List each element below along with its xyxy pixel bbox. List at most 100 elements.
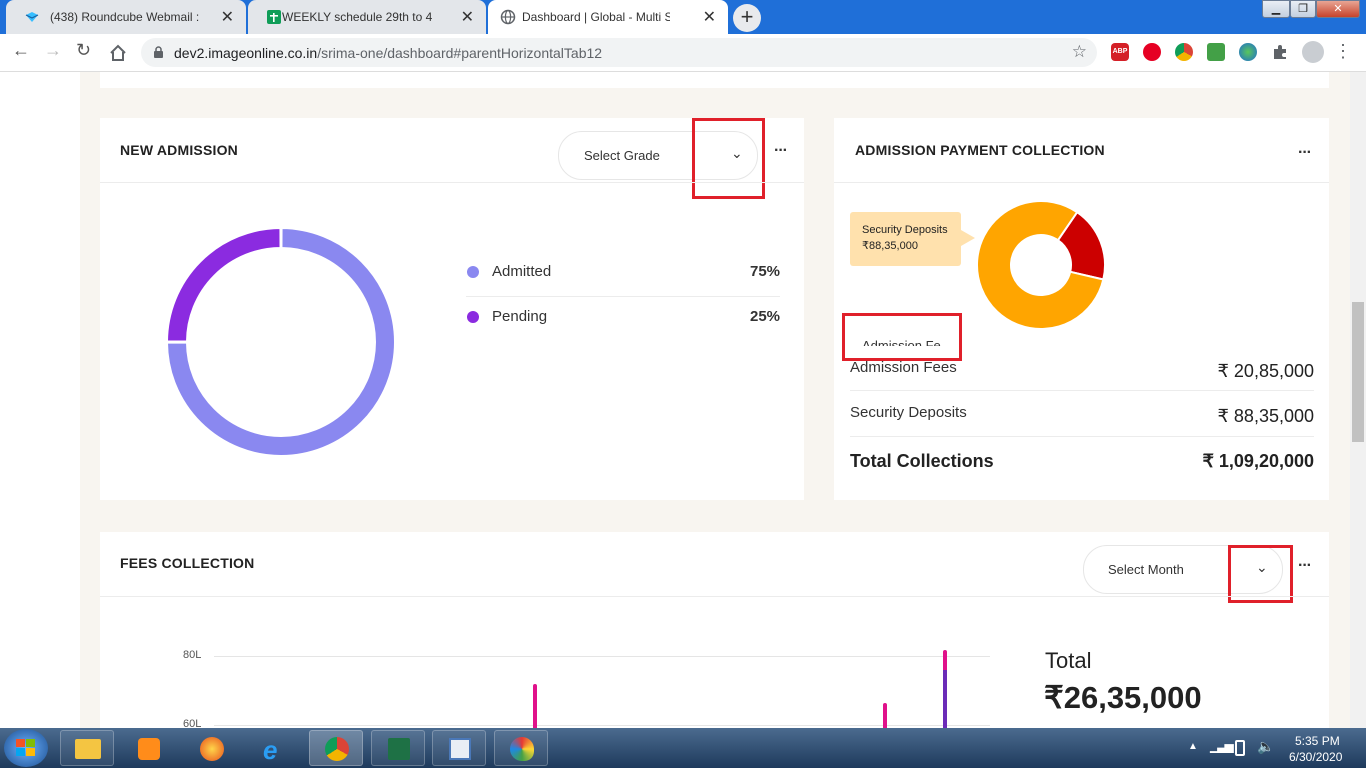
- minimize-window-button[interactable]: ▁: [1262, 0, 1290, 18]
- extensions-puzzle-icon[interactable]: [1271, 43, 1289, 61]
- tooltip-value: ₹88,35,000: [862, 240, 918, 252]
- pinterest-icon[interactable]: [1143, 43, 1161, 61]
- card-title: NEW ADMISSION: [120, 142, 238, 158]
- internet-explorer-icon: e: [263, 735, 278, 765]
- media-player-taskbar-button[interactable]: [121, 730, 175, 766]
- total-collections-label: Total Collections: [850, 451, 994, 471]
- card-title: FEES COLLECTION: [120, 555, 255, 571]
- profile-avatar-icon[interactable]: [1302, 41, 1324, 63]
- label-highlight-box: [842, 313, 962, 361]
- tab-title: (438) Roundcube Webmail :: Inbo: [50, 10, 200, 24]
- url-text: dev2.imageonline.co.in/srima-one/dashboa…: [174, 45, 602, 61]
- grid-line: [214, 725, 990, 726]
- row-value-admission-fees: ₹ 20,85,000: [1217, 361, 1314, 381]
- more-options-icon[interactable]: ···: [1298, 557, 1312, 575]
- browser-tab-strip: (438) Roundcube Webmail :: Inbo ✕ WEEKLY…: [0, 0, 1366, 34]
- close-tab-icon[interactable]: ✕: [221, 7, 234, 27]
- sheets-icon: [267, 10, 281, 24]
- home-icon[interactable]: [108, 43, 128, 63]
- page-scrollbar[interactable]: [1350, 72, 1366, 728]
- show-hidden-icons-icon[interactable]: ▲: [1188, 741, 1198, 752]
- legend-dot-pending: [467, 311, 479, 323]
- paint-palette-icon: [510, 737, 534, 761]
- chart-tooltip: Security Deposits ₹88,35,000: [850, 212, 975, 266]
- select-label: Select Month: [1108, 562, 1184, 577]
- firefox-icon: [200, 737, 224, 761]
- wordpad-taskbar-button[interactable]: [432, 730, 486, 766]
- tooltip-arrow: [961, 230, 975, 246]
- file-explorer-taskbar-button[interactable]: [60, 730, 114, 766]
- adblock-icon[interactable]: ABP: [1111, 43, 1129, 61]
- dropdown-highlight-box: [692, 118, 765, 199]
- browser-menu-icon[interactable]: ⋮: [1334, 41, 1352, 62]
- card-divider: [100, 596, 1329, 597]
- new-admission-card: NEW ADMISSION Select Grade ⌄ ··· Admitte…: [100, 118, 804, 500]
- fees-bar: [883, 703, 887, 728]
- chrome-extension-icon[interactable]: [1175, 43, 1193, 61]
- volume-icon[interactable]: 🔈: [1257, 738, 1274, 755]
- legend-value-pending: 25%: [750, 308, 781, 325]
- new-tab-button[interactable]: +: [733, 4, 761, 32]
- tab-dashboard[interactable]: Dashboard | Global - Multi Schoo ✕: [488, 0, 728, 34]
- legend-label-pending: Pending: [492, 308, 548, 325]
- tab-title: Dashboard | Global - Multi Schoo: [522, 10, 670, 24]
- row-label-security-deposits: Security Deposits: [850, 404, 967, 421]
- total-collections-value: ₹ 1,09,20,000: [1202, 451, 1314, 471]
- fees-collection-card: FEES COLLECTION Select Month ⌄ ··· 80L 6…: [100, 532, 1329, 728]
- windows-taskbar: e ▲ ▁▃▅ 🔈 5:35 PM 6/30/2020: [0, 728, 1366, 768]
- row-divider: [850, 436, 1314, 437]
- grid-line: [214, 656, 990, 657]
- chrome-icon: [325, 737, 349, 761]
- tab-weekly-schedule[interactable]: WEEKLY schedule 29th to 4th July ✕: [248, 0, 486, 34]
- dashboard-content: NEW ADMISSION Select Grade ⌄ ··· Admitte…: [80, 72, 1350, 728]
- paint-taskbar-button[interactable]: [494, 730, 548, 766]
- battery-icon[interactable]: [1235, 740, 1245, 756]
- back-icon[interactable]: ←: [12, 40, 30, 61]
- page-viewport: NEW ADMISSION Select Grade ⌄ ··· Admitte…: [0, 72, 1366, 728]
- chrome-taskbar-button[interactable]: [309, 730, 363, 766]
- media-player-icon: [138, 738, 160, 760]
- top-card-remnant: [100, 72, 1329, 88]
- reload-icon[interactable]: ↻: [76, 40, 91, 61]
- dropdown-highlight-box: [1228, 545, 1293, 603]
- fees-total-value: ₹26,35,000: [1044, 680, 1202, 715]
- scrollbar-thumb[interactable]: [1352, 302, 1364, 442]
- forward-icon[interactable]: →: [44, 40, 62, 61]
- fees-bar: [533, 684, 537, 728]
- admission-donut-chart: [166, 227, 396, 457]
- fees-bar: [943, 650, 947, 670]
- close-tab-icon[interactable]: ✕: [703, 7, 716, 27]
- address-bar[interactable]: dev2.imageonline.co.in/srima-one/dashboa…: [141, 38, 1097, 67]
- start-button[interactable]: [4, 729, 48, 767]
- select-label: Select Grade: [584, 148, 660, 163]
- url-host: dev2.imageonline.co.in: [174, 45, 318, 61]
- cart-extension-icon[interactable]: [1207, 43, 1225, 61]
- legend-divider: [466, 296, 780, 297]
- network-signal-icon[interactable]: ▁▃▅: [1210, 739, 1234, 753]
- tab-roundcube[interactable]: (438) Roundcube Webmail :: Inbo ✕: [6, 0, 246, 34]
- browser-toolbar: ← → ↻ dev2.imageonline.co.in/srima-one/d…: [0, 34, 1366, 72]
- row-value-security-deposits: ₹ 88,35,000: [1217, 406, 1314, 426]
- card-divider: [100, 182, 804, 183]
- internet-explorer-taskbar-button[interactable]: e: [247, 730, 301, 766]
- bookmark-star-icon[interactable]: ☆: [1072, 42, 1087, 62]
- maximize-window-button[interactable]: ❐: [1290, 0, 1316, 18]
- firefox-taskbar-button[interactable]: [184, 730, 238, 766]
- clock-time[interactable]: 5:35 PM: [1295, 734, 1340, 748]
- wordpad-icon: [449, 738, 471, 760]
- more-options-icon[interactable]: ···: [774, 142, 788, 160]
- close-window-button[interactable]: ✕: [1316, 0, 1360, 18]
- y-tick-label: 80L: [183, 649, 202, 661]
- close-tab-icon[interactable]: ✕: [461, 7, 474, 27]
- more-options-icon[interactable]: ···: [1298, 144, 1312, 162]
- excel-icon: [388, 738, 410, 760]
- excel-taskbar-button[interactable]: [371, 730, 425, 766]
- globe-extension-icon[interactable]: [1239, 43, 1257, 61]
- legend-dot-admitted: [467, 266, 479, 278]
- payment-donut-chart: [976, 200, 1106, 330]
- admission-slice-pending[interactable]: [166, 227, 282, 343]
- payment-collection-card: ADMISSION PAYMENT COLLECTION ··· Securit…: [834, 118, 1329, 500]
- url-path: /srima-one/dashboard#parentHorizontalTab…: [317, 45, 603, 61]
- card-title: ADMISSION PAYMENT COLLECTION: [855, 142, 1105, 158]
- clock-date[interactable]: 6/30/2020: [1289, 750, 1342, 764]
